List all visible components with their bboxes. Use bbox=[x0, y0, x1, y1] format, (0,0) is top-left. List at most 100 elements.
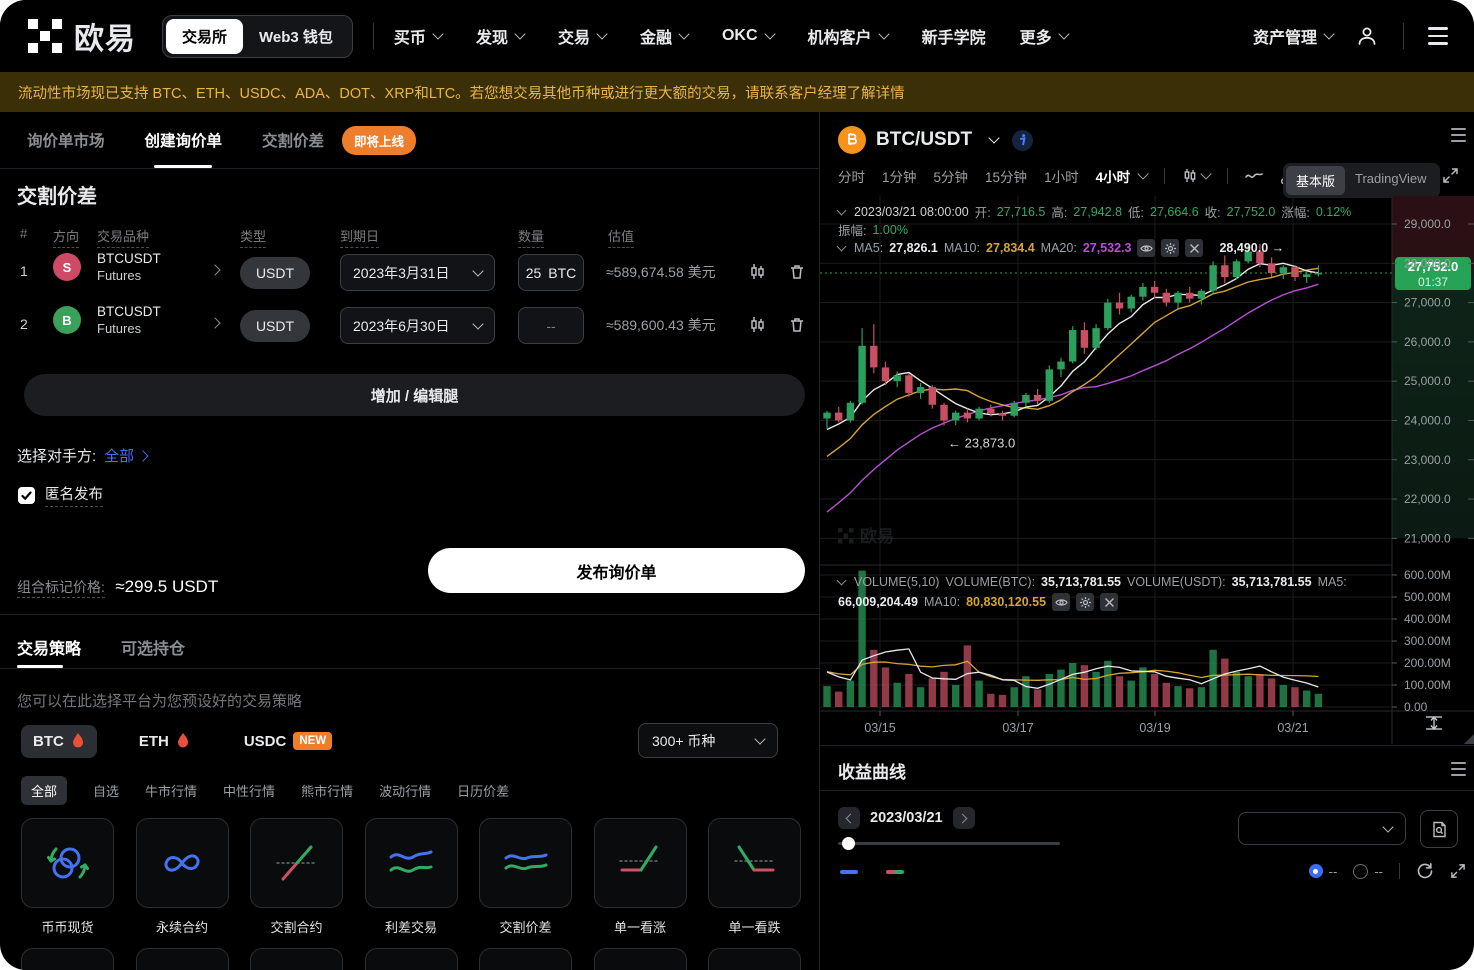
line-chart-icon[interactable] bbox=[1245, 170, 1263, 182]
tf-4h[interactable]: 4小时 bbox=[1096, 166, 1131, 186]
tab-futures-spread[interactable]: 交割价差 bbox=[262, 112, 324, 168]
strategy-card-perpetual[interactable]: 永续合约 bbox=[136, 818, 229, 936]
coin-count-dropdown[interactable]: 300+ 币种 bbox=[638, 723, 778, 758]
close-icon[interactable] bbox=[1100, 593, 1118, 611]
strategy-card-futures-spread[interactable]: 交割价差 bbox=[479, 818, 572, 936]
nav-item-institutional[interactable]: 机构客户 bbox=[808, 24, 888, 48]
collapse-icon[interactable] bbox=[837, 205, 847, 215]
expiry-dropdown[interactable]: 2023年6月30日 bbox=[340, 307, 495, 344]
strategy-card[interactable] bbox=[250, 948, 343, 970]
info-icon[interactable] bbox=[1012, 130, 1033, 151]
add-edit-leg-button[interactable]: 增加 / 编辑腿 bbox=[24, 374, 805, 416]
filter-favorites[interactable]: 自选 bbox=[93, 781, 119, 800]
nav-item-okc[interactable]: OKC bbox=[722, 27, 774, 45]
nav-item-assets[interactable]: 资产管理 bbox=[1253, 24, 1333, 48]
anonymous-checkbox[interactable] bbox=[18, 487, 35, 504]
tab-create-rfq[interactable]: 创建询价单 bbox=[145, 112, 223, 168]
filter-volatile[interactable]: 波动行情 bbox=[379, 781, 431, 800]
tf-5m[interactable]: 5分钟 bbox=[934, 166, 969, 186]
strategy-card[interactable] bbox=[479, 948, 572, 970]
gear-icon[interactable] bbox=[1161, 239, 1179, 257]
gear-icon[interactable] bbox=[1076, 593, 1094, 611]
expiry-dropdown[interactable]: 2023年3月31日 bbox=[340, 254, 495, 291]
collapse-icon[interactable] bbox=[837, 242, 847, 252]
trash-icon[interactable] bbox=[785, 313, 809, 337]
filter-calendar-spread[interactable]: 日历价差 bbox=[457, 781, 509, 800]
okx-logo[interactable]: 欧易 bbox=[26, 14, 136, 58]
filter-bear[interactable]: 熊市行情 bbox=[301, 781, 353, 800]
expand-icon[interactable] bbox=[1450, 863, 1466, 879]
tab-rfq-market[interactable]: 询价单市场 bbox=[27, 112, 105, 168]
fullscreen-icon[interactable] bbox=[1442, 167, 1459, 184]
strategy-card[interactable] bbox=[136, 948, 229, 970]
prev-date-button[interactable] bbox=[838, 807, 860, 829]
quantity-input[interactable]: 25BTC bbox=[518, 254, 584, 291]
strategy-card[interactable] bbox=[708, 948, 801, 970]
strategy-card-carry-trade[interactable]: 利差交易 bbox=[365, 818, 458, 936]
next-date-button[interactable] bbox=[953, 807, 975, 829]
tab-optional-positions[interactable]: 可选持仓 bbox=[121, 626, 185, 668]
coin-tab-btc[interactable]: BTC bbox=[21, 725, 97, 758]
trash-icon[interactable] bbox=[785, 260, 809, 284]
announcement-banner[interactable]: 流动性市场现已支持 BTC、ETH、USDC、ADA、DOT、XRP和LTC。若… bbox=[0, 72, 1474, 112]
toggle-exchange[interactable]: 交易所 bbox=[166, 19, 243, 54]
mode-basic[interactable]: 基本版 bbox=[1286, 166, 1345, 195]
eye-icon[interactable] bbox=[1052, 593, 1070, 611]
candle-style-icon[interactable] bbox=[1182, 168, 1210, 184]
strategy-card-spot[interactable]: 币币现货 bbox=[21, 818, 114, 936]
document-search-icon[interactable] bbox=[1420, 810, 1458, 848]
strategy-card[interactable] bbox=[365, 948, 458, 970]
filter-all[interactable]: 全部 bbox=[21, 776, 67, 805]
mode-tradingview[interactable]: TradingView bbox=[1345, 166, 1437, 195]
chart-menu-icon[interactable] bbox=[1451, 128, 1466, 142]
pnl-menu-icon[interactable] bbox=[1451, 762, 1466, 776]
filter-neutral[interactable]: 中性行情 bbox=[223, 781, 275, 800]
counterparty-link[interactable]: 全部 bbox=[104, 445, 147, 466]
refresh-icon[interactable] bbox=[1416, 862, 1434, 880]
candlestick-chart[interactable]: 欧易27,752.001:37← 23,873.029,000.028,000.… bbox=[820, 196, 1474, 748]
tf-15m[interactable]: 15分钟 bbox=[985, 166, 1027, 186]
candle-chart-icon[interactable] bbox=[745, 313, 769, 337]
close-icon[interactable] bbox=[1185, 239, 1203, 257]
filter-bull[interactable]: 牛市行情 bbox=[145, 781, 197, 800]
chevron-right-icon[interactable] bbox=[209, 317, 220, 328]
chevron-down-icon[interactable] bbox=[1137, 168, 1148, 179]
nav-item-academy[interactable]: 新手学院 bbox=[922, 24, 986, 48]
collapse-icon[interactable] bbox=[837, 576, 847, 586]
coin-tab-usdc[interactable]: USDC NEW bbox=[232, 724, 344, 758]
type-pill[interactable]: USDT bbox=[240, 257, 310, 289]
tf-1h[interactable]: 1小时 bbox=[1044, 166, 1079, 186]
eye-icon[interactable] bbox=[1137, 239, 1155, 257]
tab-trading-strategy[interactable]: 交易策略 bbox=[17, 626, 81, 668]
strategy-card[interactable] bbox=[21, 948, 114, 970]
tf-1m[interactable]: 1分钟 bbox=[882, 166, 917, 186]
nav-item-discover[interactable]: 发现 bbox=[476, 24, 524, 48]
quantity-input[interactable]: -- bbox=[518, 307, 584, 344]
pair-label[interactable]: BTC/USDT bbox=[876, 129, 972, 151]
pnl-radio-1[interactable]: -- bbox=[1309, 864, 1338, 879]
strategy-card-single-call[interactable]: 单一看涨 bbox=[594, 818, 687, 936]
type-pill[interactable]: USDT bbox=[240, 310, 310, 342]
nav-item-buy[interactable]: 买币 bbox=[394, 24, 442, 48]
strategy-card-single-put[interactable]: 单一看跌 bbox=[708, 818, 801, 936]
toggle-web3-wallet[interactable]: Web3 钱包 bbox=[243, 19, 349, 54]
nav-item-trade[interactable]: 交易 bbox=[558, 24, 606, 48]
pnl-slider[interactable] bbox=[838, 842, 1060, 845]
strategy-card-futures[interactable]: 交割合约 bbox=[250, 818, 343, 936]
chevron-down-icon[interactable] bbox=[988, 132, 999, 143]
strategy-card[interactable] bbox=[594, 948, 687, 970]
pnl-radio-2[interactable]: -- bbox=[1353, 864, 1383, 879]
user-icon[interactable] bbox=[1355, 24, 1379, 48]
coin-tab-eth[interactable]: ETH bbox=[127, 725, 202, 758]
candle-chart-icon[interactable] bbox=[745, 260, 769, 284]
nav-item-finance[interactable]: 金融 bbox=[640, 24, 688, 48]
nav-item-more[interactable]: 更多 bbox=[1020, 24, 1068, 48]
publish-rfq-button[interactable]: 发布询价单 bbox=[428, 548, 805, 593]
chevron-right-icon[interactable] bbox=[209, 264, 220, 275]
instrument-cell[interactable]: BTCUSDTFutures bbox=[97, 303, 161, 337]
pnl-dropdown[interactable] bbox=[1238, 812, 1406, 845]
hamburger-menu-icon[interactable] bbox=[1428, 27, 1448, 44]
instrument-cell[interactable]: BTCUSDTFutures bbox=[97, 250, 161, 284]
tf-time[interactable]: 分时 bbox=[838, 166, 865, 186]
slider-thumb[interactable] bbox=[842, 837, 855, 850]
